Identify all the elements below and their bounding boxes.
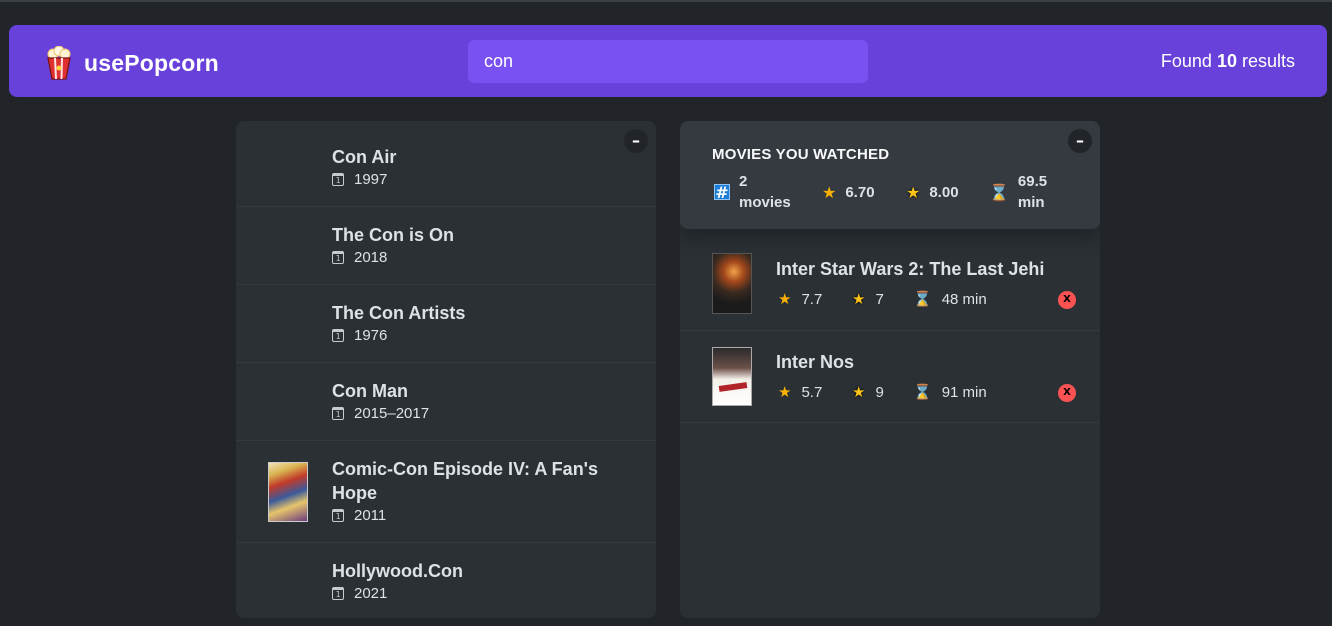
movie-item[interactable]: Comic-Con Episode IV: A Fan's Hope 1 201…	[236, 441, 656, 543]
movie-year-text: 2021	[354, 585, 388, 602]
summary-imdb-value: 6.70	[845, 184, 875, 201]
movie-poster	[712, 347, 752, 406]
navbar: usePopcorn Found 10 results	[9, 25, 1327, 97]
movie-year: 1 2011	[332, 507, 386, 524]
watched-summary: Movies you watched # 2 movies ★ 6.70 ★ 8…	[680, 121, 1100, 229]
star-icon: ★	[822, 183, 837, 202]
watched-imdb: ★ 7.7	[778, 290, 822, 308]
results-number: 10	[1216, 51, 1237, 71]
watched-item: Inter Star Wars 2: The Last Jehi ★ 7.7 ★…	[680, 229, 1100, 331]
delete-watched-button[interactable]: X	[1058, 384, 1076, 402]
watched-runtime: ⌛ 48 min	[913, 290, 987, 308]
glowing-star-icon: ★	[906, 183, 921, 202]
movie-year-text: 2018	[354, 249, 388, 266]
calendar-icon: 1	[332, 173, 344, 186]
summary-count: # 2 movies	[714, 171, 791, 213]
watched-item: Inter Nos ★ 5.7 ★ 9 ⌛ 91 min X	[680, 331, 1100, 423]
watched-imdb-value: 5.7	[801, 383, 823, 401]
app-name: usePopcorn	[84, 49, 219, 76]
glowing-star-icon: ★	[852, 290, 866, 308]
movie-item[interactable]: The Con is On 1 2018	[236, 207, 656, 285]
movie-item[interactable]: Con Air 1 1997	[236, 121, 656, 207]
movie-year: 1 2018	[332, 249, 387, 266]
movie-year-text: 2015–2017	[354, 405, 430, 422]
summary-user-value: 8.00	[929, 184, 959, 201]
movie-year: 1 2021	[332, 585, 387, 602]
calendar-icon: 1	[332, 587, 344, 600]
glowing-star-icon: ★	[852, 383, 866, 401]
movie-year: 1 1976	[332, 327, 387, 344]
movie-title: Hollywood.Con	[332, 561, 463, 581]
calendar-icon: 1	[332, 407, 344, 420]
movie-year-text: 2011	[354, 507, 387, 524]
popcorn-icon	[47, 46, 71, 80]
movie-item[interactable]: Con Man 1 2015–2017	[236, 363, 656, 441]
toggle-watched-button[interactable]: –	[1068, 129, 1092, 153]
search-results-box: – Con Air 1 1997 The Con is On 1 2018 Th…	[236, 121, 656, 618]
movie-year-text: 1997	[354, 171, 388, 188]
watched-user-rating: ★ 9	[852, 383, 884, 401]
hash-icon: #	[714, 183, 730, 202]
movie-title: Con Man	[332, 381, 408, 401]
summary-count-text: 2 movies	[739, 171, 791, 213]
summary-runtime-text: 69.5 min	[1018, 171, 1047, 213]
movie-year: 1 1997	[332, 171, 387, 188]
watched-imdb: ★ 5.7	[778, 383, 822, 401]
summary-runtime: ⌛ 69.5 min	[989, 171, 1047, 213]
summary-heading: Movies you watched	[712, 146, 890, 163]
movie-title: The Con is On	[332, 225, 455, 245]
watched-box: – Movies you watched # 2 movies ★ 6.70 ★…	[680, 121, 1100, 618]
watched-runtime-value: 48 min	[941, 290, 987, 308]
calendar-icon: 1	[332, 251, 344, 264]
watched-title: Inter Nos	[776, 352, 855, 372]
movie-year-text: 1976	[354, 327, 388, 344]
hourglass-icon: ⌛	[989, 182, 1009, 202]
toggle-results-button[interactable]: –	[624, 129, 648, 153]
movie-title: Comic-Con Episode IV: A Fan's Hope	[332, 459, 598, 503]
watched-imdb-value: 7.7	[801, 290, 823, 308]
watched-runtime: ⌛ 91 min	[913, 383, 987, 401]
movie-poster	[712, 253, 752, 314]
results-prefix: Found	[1160, 51, 1212, 71]
window-top-border	[0, 0, 1332, 2]
summary-count-label: movies	[739, 194, 791, 211]
movie-title: Con Air	[332, 147, 397, 167]
movie-item[interactable]: The Con Artists 1 1976	[236, 285, 656, 363]
calendar-icon: 1	[332, 509, 344, 522]
movie-poster	[268, 462, 308, 522]
watched-list: Inter Star Wars 2: The Last Jehi ★ 7.7 ★…	[680, 229, 1100, 423]
logo: usePopcorn	[45, 46, 219, 80]
search-input[interactable]	[468, 40, 868, 83]
star-icon: ★	[778, 290, 792, 308]
delete-watched-button[interactable]: X	[1058, 291, 1076, 309]
hourglass-icon: ⌛	[913, 383, 932, 401]
summary-runtime-unit: min	[1017, 194, 1045, 211]
watched-runtime-value: 91 min	[941, 383, 987, 401]
movie-list: Con Air 1 1997 The Con is On 1 2018 The …	[236, 121, 656, 618]
star-icon: ★	[778, 383, 792, 401]
watched-user-value: 7	[875, 290, 884, 308]
watched-user-value: 9	[875, 383, 884, 401]
calendar-icon: 1	[332, 329, 344, 342]
summary-runtime-value: 69.5	[1017, 173, 1048, 190]
movie-title: The Con Artists	[332, 303, 466, 323]
summary-count-number: 2	[739, 173, 748, 190]
movie-item[interactable]: Hollywood.Con 1 2021	[236, 543, 656, 618]
watched-title: Inter Star Wars 2: The Last Jehi	[776, 259, 1045, 279]
hourglass-icon: ⌛	[913, 290, 932, 308]
results-suffix: results	[1241, 51, 1295, 71]
summary-user-rating: ★ 8.00	[906, 182, 959, 203]
watched-user-rating: ★ 7	[852, 290, 884, 308]
results-count: Found 10 results	[1161, 51, 1295, 72]
summary-imdb: ★ 6.70	[822, 182, 875, 203]
movie-year: 1 2015–2017	[332, 405, 429, 422]
